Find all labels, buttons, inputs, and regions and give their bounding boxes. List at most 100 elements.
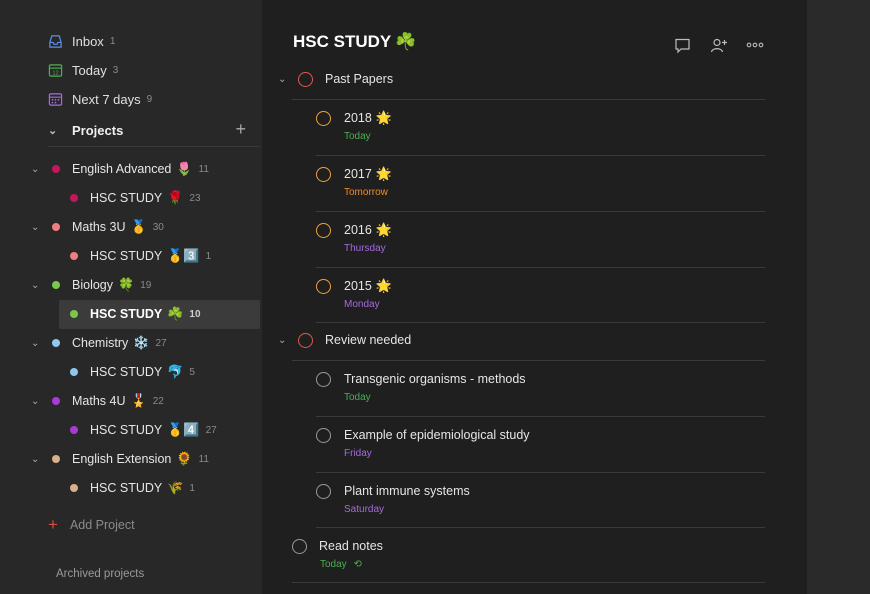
project-english-advanced[interactable]: ⌄ English Advanced 🌷 11 xyxy=(31,156,209,182)
divider xyxy=(316,267,765,268)
task-checkbox[interactable] xyxy=(316,278,331,294)
project-emoji: 🌹 xyxy=(167,190,184,205)
task-item[interactable]: Transgenic organisms - methods Today xyxy=(316,362,765,417)
task-due-date: Today xyxy=(344,131,371,142)
task-item[interactable]: Example of epidemiological study Friday xyxy=(316,418,765,473)
divider xyxy=(316,322,765,323)
nav-next7[interactable]: Next 7 days 9 xyxy=(48,88,152,110)
task-item[interactable]: 2018 🌟 Today xyxy=(316,101,765,156)
task-checkbox[interactable] xyxy=(292,538,307,554)
project-emoji: 🐬 xyxy=(167,364,184,379)
project-maths-4u[interactable]: ⌄ Maths 4U 🎖️ 22 xyxy=(31,388,164,414)
task-label: 2017 xyxy=(344,167,372,181)
chevron-down-icon[interactable]: ⌄ xyxy=(48,124,62,137)
project-count: 22 xyxy=(152,395,164,407)
svg-text:12: 12 xyxy=(52,70,58,76)
archived-projects-link[interactable]: Archived projects xyxy=(56,568,144,580)
nav-today[interactable]: 12 Today 3 xyxy=(48,59,118,81)
project-color-dot xyxy=(52,223,60,231)
section-review-needed[interactable]: ⌄ Review needed xyxy=(278,329,411,351)
more-icon[interactable] xyxy=(746,36,764,54)
project-emoji: 🍀 xyxy=(118,277,135,292)
project-emoji: 🌾 xyxy=(167,480,184,495)
project-color-dot xyxy=(70,310,78,318)
project-hsc-study-maths4u[interactable]: HSC STUDY 🥇4️⃣ 27 xyxy=(70,417,217,443)
chevron-down-icon[interactable]: ⌄ xyxy=(31,454,43,465)
project-count: 23 xyxy=(189,192,201,204)
project-label: Maths 3U xyxy=(72,220,126,234)
divider xyxy=(48,146,260,147)
nav-inbox[interactable]: Inbox 1 xyxy=(48,30,115,52)
inbox-icon xyxy=(49,34,62,48)
chevron-down-icon[interactable]: ⌄ xyxy=(278,74,290,85)
task-emoji: 🌟 xyxy=(375,222,392,237)
chevron-down-icon[interactable]: ⌄ xyxy=(31,338,43,349)
task-due-date: Tomorrow xyxy=(344,187,388,198)
right-panel-edge xyxy=(807,0,870,594)
comment-icon[interactable] xyxy=(673,36,691,54)
project-chemistry[interactable]: ⌄ Chemistry ❄️ 27 xyxy=(31,330,167,356)
task-label: Read notes xyxy=(319,539,383,553)
add-project-label: Add Project xyxy=(69,518,135,532)
task-checkbox[interactable] xyxy=(316,483,331,499)
projects-header[interactable]: ⌄ Projects + xyxy=(48,119,260,140)
chevron-down-icon[interactable]: ⌄ xyxy=(278,335,290,346)
calendar-week-icon xyxy=(48,92,63,106)
project-label: HSC STUDY xyxy=(90,191,163,205)
project-count: 27 xyxy=(155,337,167,349)
project-hsc-study-biology[interactable]: HSC STUDY ☘️ 10 xyxy=(70,301,201,327)
project-color-dot xyxy=(52,339,60,347)
project-label: HSC STUDY xyxy=(90,307,163,321)
project-hsc-study-english-ext[interactable]: HSC STUDY 🌾 1 xyxy=(70,475,195,501)
task-item-read-notes[interactable]: Read notes Today ⟲ xyxy=(292,530,765,585)
project-label: Maths 4U xyxy=(72,394,126,408)
divider xyxy=(316,211,765,212)
project-hsc-study-maths3u[interactable]: HSC STUDY 🥇3️⃣ 1 xyxy=(70,243,211,269)
task-checkbox[interactable] xyxy=(316,110,331,126)
task-checkbox[interactable] xyxy=(316,166,331,182)
task-due-date: Thursday xyxy=(344,243,386,254)
task-item[interactable]: 2017 🌟 Tomorrow xyxy=(316,157,765,212)
divider xyxy=(292,582,765,583)
project-count: 5 xyxy=(189,366,195,378)
project-count: 10 xyxy=(189,308,201,320)
project-hsc-study-english[interactable]: HSC STUDY 🌹 23 xyxy=(70,185,201,211)
project-english-extension[interactable]: ⌄ English Extension 🌻 11 xyxy=(31,446,209,472)
add-project-button[interactable]: + Add Project xyxy=(48,515,135,535)
task-item[interactable]: 2015 🌟 Monday xyxy=(316,269,765,324)
task-due-date: Today xyxy=(320,559,347,570)
page-title-text: HSC STUDY xyxy=(293,32,392,51)
project-color-dot xyxy=(70,426,78,434)
task-due-row: Today ⟲ xyxy=(320,559,765,570)
section-checkbox[interactable] xyxy=(298,332,313,348)
project-label: HSC STUDY xyxy=(90,423,163,437)
page-title: HSC STUDY ☘️ xyxy=(293,32,416,52)
task-checkbox[interactable] xyxy=(316,222,331,238)
chevron-down-icon[interactable]: ⌄ xyxy=(31,222,43,233)
task-checkbox[interactable] xyxy=(316,371,331,387)
task-emoji: 🌟 xyxy=(375,278,392,293)
task-label: Example of epidemiological study xyxy=(344,428,530,442)
add-project-plus-icon[interactable]: + xyxy=(235,119,246,140)
project-color-dot xyxy=(52,281,60,289)
project-hsc-study-chemistry[interactable]: HSC STUDY 🐬 5 xyxy=(70,359,195,385)
project-label: HSC STUDY xyxy=(90,249,163,263)
share-user-icon[interactable] xyxy=(710,36,728,54)
task-checkbox[interactable] xyxy=(316,427,331,443)
project-count: 11 xyxy=(198,163,209,175)
project-label: HSC STUDY xyxy=(90,365,163,379)
chevron-down-icon[interactable]: ⌄ xyxy=(31,396,43,407)
project-biology[interactable]: ⌄ Biology 🍀 19 xyxy=(31,272,151,298)
project-emoji: 🎖️ xyxy=(130,393,147,408)
project-maths-3u[interactable]: ⌄ Maths 3U 🥇 30 xyxy=(31,214,164,240)
project-color-dot xyxy=(70,252,78,260)
task-item[interactable]: 2016 🌟 Thursday xyxy=(316,213,765,268)
task-item[interactable]: Plant immune systems Saturday xyxy=(316,474,765,529)
section-past-papers[interactable]: ⌄ Past Papers xyxy=(278,68,393,90)
nav-next7-label: Next 7 days xyxy=(72,91,141,107)
section-checkbox[interactable] xyxy=(298,71,313,87)
chevron-down-icon[interactable]: ⌄ xyxy=(31,280,43,291)
project-color-dot xyxy=(70,484,78,492)
chevron-down-icon[interactable]: ⌄ xyxy=(31,164,43,175)
task-due-date: Today xyxy=(344,392,371,403)
